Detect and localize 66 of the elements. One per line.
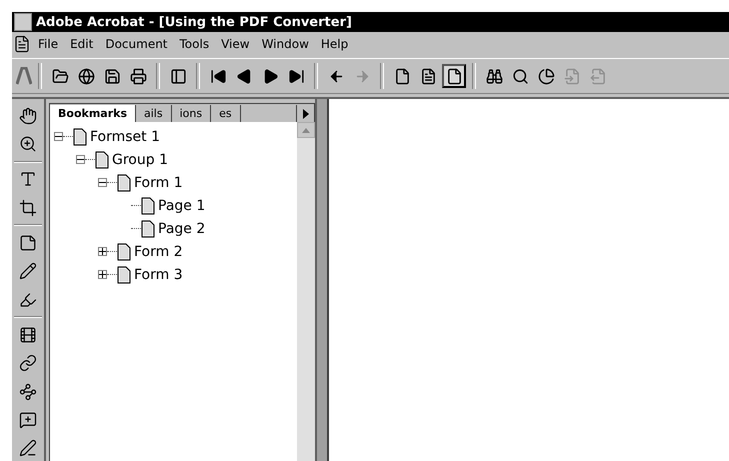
menu-item[interactable]: Window	[256, 36, 315, 50]
bookmark-label[interactable]: Group 1	[112, 152, 168, 168]
pencil-icon	[19, 262, 37, 280]
menu-item[interactable]: Help	[314, 36, 354, 50]
up-triangle-icon	[302, 128, 310, 132]
window-title: Adobe Acrobat - [Using the PDF Converter]	[36, 14, 352, 30]
page-icon	[590, 68, 606, 84]
search-icon	[512, 68, 528, 84]
menu-item[interactable]: Document	[99, 36, 174, 50]
scrollbar[interactable]	[297, 122, 315, 461]
bookmark-label[interactable]: Formset 1	[90, 128, 160, 144]
highlighter-icon	[19, 290, 37, 309]
minus-icon	[99, 179, 106, 186]
logo-icon	[16, 67, 32, 85]
plus-icon	[99, 248, 106, 255]
pen-icon	[19, 439, 37, 458]
zoom-icon	[19, 134, 37, 153]
panel-icon	[170, 68, 186, 84]
expander-button[interactable]	[76, 155, 85, 164]
triangle-icon	[302, 108, 308, 118]
bookmark-label[interactable]: Page 2	[158, 220, 206, 236]
expander-button[interactable]	[98, 270, 107, 279]
last-page-icon	[288, 68, 304, 84]
page-icon	[141, 220, 155, 238]
folder-icon	[52, 68, 68, 84]
menu-item[interactable]: File	[32, 36, 64, 50]
fit-width-button[interactable]	[442, 64, 466, 88]
bookmark-label[interactable]: Page 1	[158, 198, 206, 214]
page-icon	[117, 242, 131, 260]
expander-button[interactable]	[54, 132, 63, 141]
print-icon	[130, 68, 146, 84]
page-icon	[73, 128, 87, 146]
expander-button[interactable]	[98, 178, 107, 187]
minus-icon	[77, 156, 84, 163]
first-page-icon	[210, 68, 226, 84]
page-icon	[420, 68, 436, 84]
save-icon	[104, 68, 120, 84]
splitter[interactable]	[315, 99, 329, 461]
page-icon	[141, 196, 155, 214]
page-icon	[394, 68, 410, 84]
play-back-icon	[236, 68, 252, 84]
menu-item[interactable]: Edit	[64, 36, 100, 50]
globe-icon	[78, 68, 94, 84]
panel-tab[interactable]: Bookmarks	[50, 105, 136, 122]
plus-icon	[99, 271, 106, 278]
page-icon	[564, 68, 580, 84]
text-select-icon	[19, 170, 37, 188]
film-icon	[19, 326, 37, 344]
menu-item[interactable]: Tools	[174, 36, 216, 50]
bookmark-label[interactable]: Form 2	[134, 244, 183, 260]
note-icon	[19, 234, 37, 252]
pie-chart-icon	[538, 68, 554, 84]
page-icon	[95, 150, 109, 168]
minus-icon	[55, 133, 62, 140]
page-icon	[117, 174, 131, 192]
bookmark-label[interactable]: Form 3	[134, 266, 183, 282]
menu-item[interactable]: View	[215, 36, 256, 50]
binoculars-icon	[486, 68, 502, 84]
crop-icon	[19, 198, 37, 217]
page-icon	[446, 68, 462, 84]
bookmark-label[interactable]: Form 1	[134, 174, 183, 190]
expander-button[interactable]	[98, 247, 107, 256]
page-icon	[117, 266, 131, 284]
link-icon	[19, 354, 37, 372]
form-field-icon	[19, 410, 37, 429]
hand-icon	[19, 106, 37, 125]
